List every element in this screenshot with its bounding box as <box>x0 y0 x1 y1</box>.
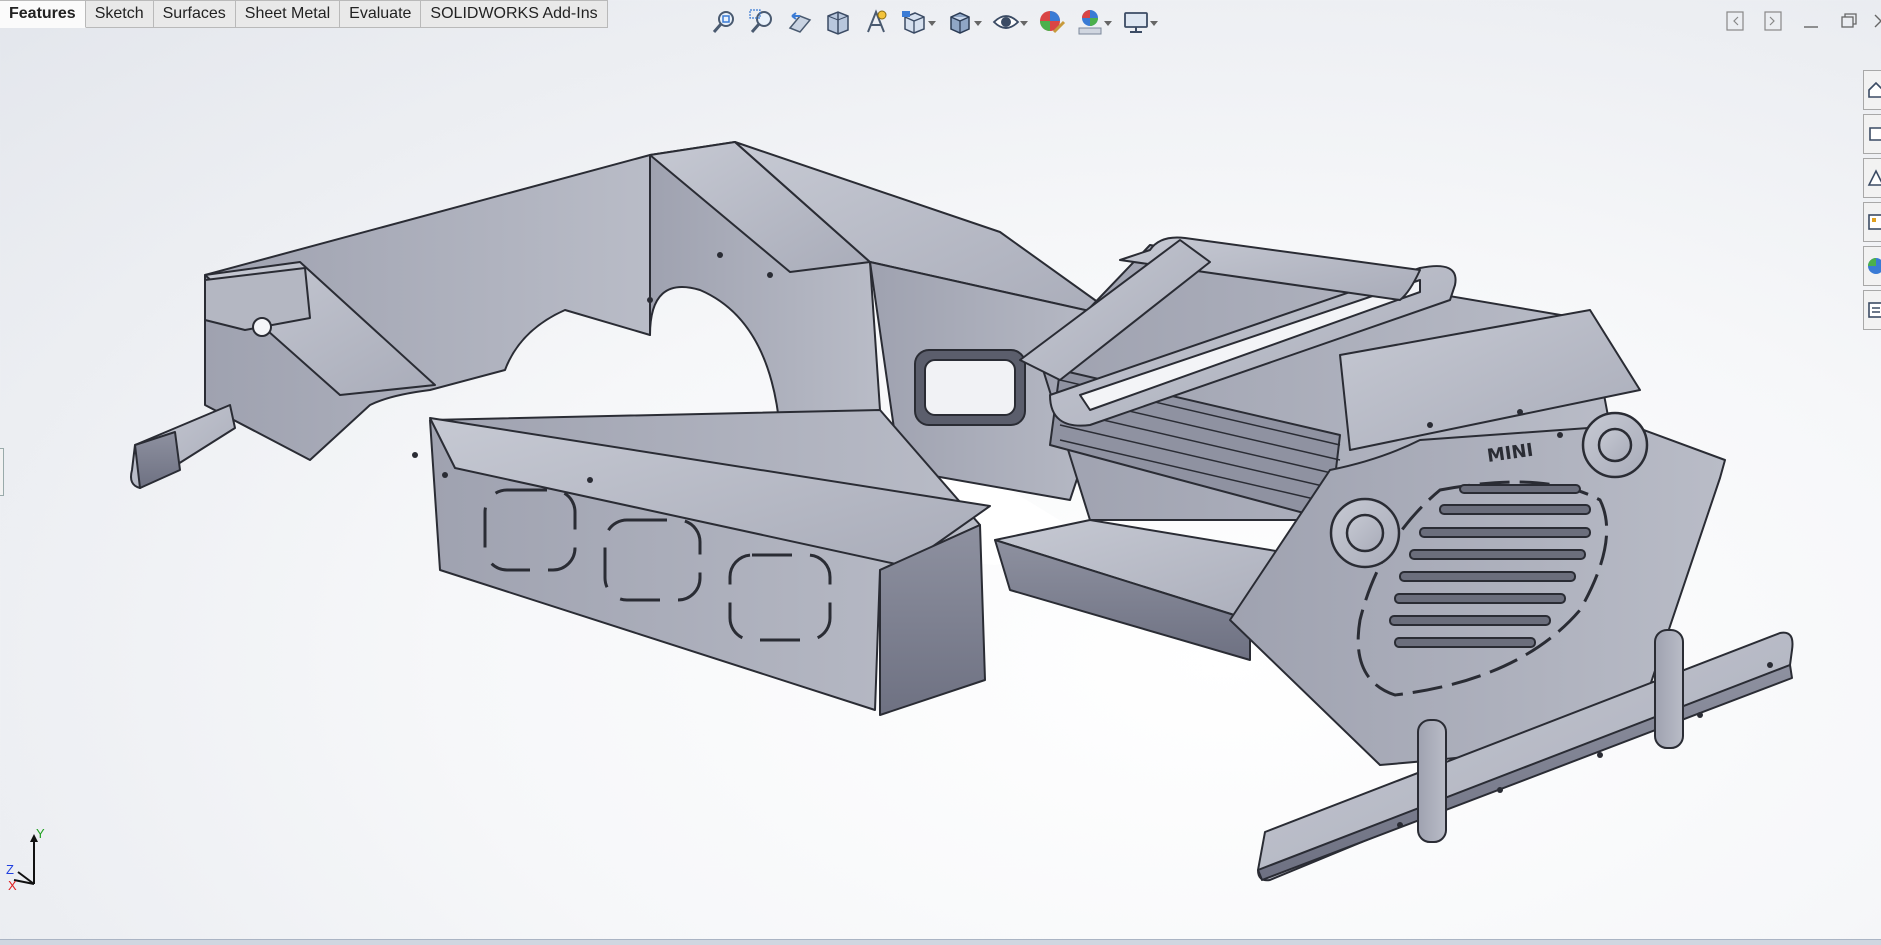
chassis-model: MINI <box>130 141 1794 882</box>
tab-surfaces[interactable]: Surfaces <box>153 0 236 28</box>
command-manager-tabs: Features Sketch Surfaces Sheet Metal Eva… <box>0 0 608 30</box>
bumper-overrider-right <box>1654 629 1684 749</box>
tab-features[interactable]: Features <box>0 0 86 28</box>
reference-triad: Y Z X <box>4 826 54 893</box>
triad-x-label: X <box>8 878 17 893</box>
feature-manager-collapse-handle[interactable] <box>0 448 4 496</box>
tab-evaluate[interactable]: Evaluate <box>340 0 422 28</box>
tab-solidworks-add-ins[interactable]: SOLIDWORKS Add-Ins <box>421 0 608 28</box>
viewport-bottom-border <box>0 939 1881 945</box>
triad-y-label: Y <box>36 826 45 841</box>
triad-z-label: Z <box>6 862 14 877</box>
bumper-overrider-left <box>1417 719 1447 843</box>
tab-sketch[interactable]: Sketch <box>85 0 154 28</box>
tab-sheet-metal[interactable]: Sheet Metal <box>235 0 341 28</box>
graphics-area[interactable]: MINI <box>0 30 1881 940</box>
